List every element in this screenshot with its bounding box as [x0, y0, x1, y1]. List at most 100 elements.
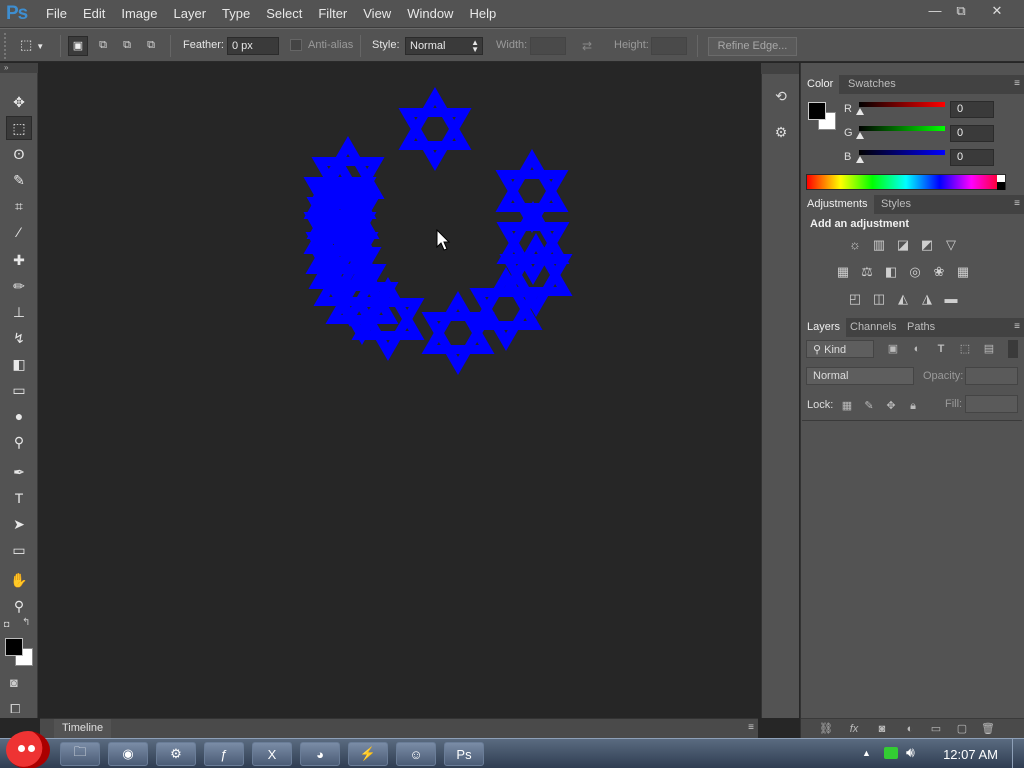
link-layers-icon[interactable]: ⛓ [819, 722, 833, 736]
delete-layer-icon[interactable]: 🗑︎ [981, 722, 995, 736]
grip-handle[interactable] [4, 33, 10, 59]
color-spectrum[interactable] [806, 174, 1006, 190]
pixel-layer-filter-icon[interactable]: ▣ [886, 342, 900, 356]
add-to-selection-icon[interactable]: ⧉ [93, 36, 113, 56]
channel-slider-b[interactable] [859, 150, 945, 155]
color-balance-icon[interactable]: ⚖ [858, 265, 876, 279]
style-select[interactable]: Normal ▲ ▼ [405, 37, 483, 55]
menu-window[interactable]: Window [399, 0, 461, 28]
battery-icon[interactable] [884, 747, 898, 759]
lock-transparent-icon[interactable]: ▦ [840, 399, 854, 413]
tab-paths[interactable]: Paths [901, 318, 941, 337]
channel-value-b[interactable]: 0 [950, 149, 994, 166]
menu-edit[interactable]: Edit [75, 0, 113, 28]
tab-swatches[interactable]: Swatches [842, 75, 902, 94]
feather-input[interactable]: 0 px [227, 37, 279, 55]
photo-filter-icon[interactable]: ◎ [906, 265, 924, 279]
fill-input[interactable] [965, 395, 1018, 413]
taskbar-app-flashget[interactable]: ⚡ [348, 742, 388, 766]
eyedropper-tool-icon[interactable]: ⁄ [6, 220, 32, 244]
panel-menu-icon[interactable]: ≡ [1014, 78, 1020, 89]
blur-tool-icon[interactable]: ● [6, 404, 32, 428]
tab-styles[interactable]: Styles [875, 195, 917, 214]
restore-button[interactable]: ⧉ [946, 2, 976, 20]
slider-thumb[interactable] [856, 132, 864, 139]
channel-slider-g[interactable] [859, 126, 945, 131]
exposure-icon[interactable]: ◩ [918, 238, 936, 252]
color-lookup-icon[interactable]: ▦ [954, 265, 972, 279]
shape-layer-filter-icon[interactable]: ⬚ [958, 342, 972, 356]
channel-slider-r[interactable] [859, 102, 945, 107]
new-layer-icon[interactable]: ▢ [955, 722, 969, 736]
menu-view[interactable]: View [355, 0, 399, 28]
zoom-tool-icon[interactable]: ⚲ [6, 594, 32, 618]
color-panel-fg-swatch[interactable] [808, 102, 826, 120]
clone-stamp-tool-icon[interactable]: ⊥ [6, 300, 32, 324]
move-tool-icon[interactable]: ✥ [6, 90, 32, 114]
history-panel-icon[interactable]: ⟲ [770, 88, 792, 110]
lock-pixels-icon[interactable]: ✎ [862, 399, 876, 413]
lasso-tool-icon[interactable]: ʘ [6, 142, 32, 166]
pen-tool-icon[interactable]: ✒ [6, 460, 32, 484]
start-button[interactable] [6, 731, 50, 768]
threshold-icon[interactable]: ◭ [894, 292, 912, 306]
quick-mask-icon[interactable]: ◙ [10, 675, 18, 690]
system-clock[interactable]: 12:07 AM [943, 747, 998, 762]
menu-help[interactable]: Help [461, 0, 504, 28]
dodge-tool-icon[interactable]: ⚲ [6, 430, 32, 454]
new-group-icon[interactable]: ▭ [929, 722, 943, 736]
menu-filter[interactable]: Filter [310, 0, 355, 28]
levels-icon[interactable]: ▥ [870, 238, 888, 252]
history-brush-tool-icon[interactable]: ↯ [6, 326, 32, 350]
swap-icon[interactable]: ⇄ [582, 39, 592, 53]
menu-layer[interactable]: Layer [166, 0, 215, 28]
channel-value-r[interactable]: 0 [950, 101, 994, 118]
taskbar-app-photoshop[interactable]: Ps [444, 742, 484, 766]
menu-file[interactable]: File [38, 0, 75, 28]
menu-select[interactable]: Select [258, 0, 310, 28]
taskbar-app-messenger[interactable]: ☺ [396, 742, 436, 766]
panel-menu-icon[interactable]: ≡ [1014, 321, 1020, 332]
vibrance-icon[interactable]: ▽ [942, 238, 960, 252]
gradient-tool-icon[interactable]: ▭ [6, 378, 32, 402]
brush-tool-icon[interactable]: ✏ [6, 274, 32, 298]
lock-all-icon[interactable]: 🔒︎ [906, 399, 920, 413]
smart-object-filter-icon[interactable]: ▤ [982, 342, 996, 356]
antialias-checkbox[interactable] [290, 39, 302, 51]
brightness-contrast-icon[interactable]: ☼ [846, 238, 864, 252]
layer-filter-kind[interactable]: ⚲ Kind [806, 340, 874, 358]
channel-value-g[interactable]: 0 [950, 125, 994, 142]
properties-panel-icon[interactable]: ⚙ [770, 124, 792, 146]
curves-icon[interactable]: ◪ [894, 238, 912, 252]
taskbar-app-explorer[interactable]: 🗀 [60, 742, 100, 766]
layer-mask-icon[interactable]: ◙ [875, 722, 889, 736]
intersect-selection-icon[interactable]: ⧉ [141, 36, 161, 56]
crop-tool-icon[interactable]: ⌗ [6, 194, 32, 218]
hue-saturation-icon[interactable]: ▦ [834, 265, 852, 279]
slider-thumb[interactable] [856, 108, 864, 115]
eraser-tool-icon[interactable]: ◧ [6, 352, 32, 376]
taskbar-app-excel[interactable]: X [252, 742, 292, 766]
canvas-area[interactable] [40, 63, 758, 716]
adjustment-layer-filter-icon[interactable]: ◐ [910, 342, 924, 356]
layers-list[interactable] [802, 420, 1022, 718]
menu-image[interactable]: Image [113, 0, 165, 28]
type-tool-icon[interactable]: T [6, 486, 32, 510]
subtract-from-selection-icon[interactable]: ⧉ [117, 36, 137, 56]
tool-preset-picker[interactable]: ⬚ ▼ [20, 37, 54, 55]
panel-menu-icon[interactable]: ≡ [748, 722, 754, 733]
rectangular-marquee-tool-icon[interactable]: ⬚ [6, 116, 32, 140]
gradient-map-icon[interactable]: ▬ [942, 292, 960, 306]
black-white-icon[interactable]: ◧ [882, 265, 900, 279]
healing-brush-tool-icon[interactable]: ✚ [6, 248, 32, 272]
show-hidden-icons[interactable]: ▲ [862, 748, 871, 758]
opacity-input[interactable] [965, 367, 1018, 385]
filter-toggle[interactable] [1008, 340, 1018, 358]
swap-colors-icon[interactable]: ↰ [22, 617, 30, 628]
invert-icon[interactable]: ◰ [846, 292, 864, 306]
taskbar-app-flash[interactable]: ƒ [204, 742, 244, 766]
selective-color-icon[interactable]: ◮ [918, 292, 936, 306]
tab-adjustments[interactable]: Adjustments [801, 195, 874, 214]
screen-mode-icon[interactable]: ⧠ [10, 701, 20, 717]
black-swatch[interactable] [997, 182, 1005, 190]
